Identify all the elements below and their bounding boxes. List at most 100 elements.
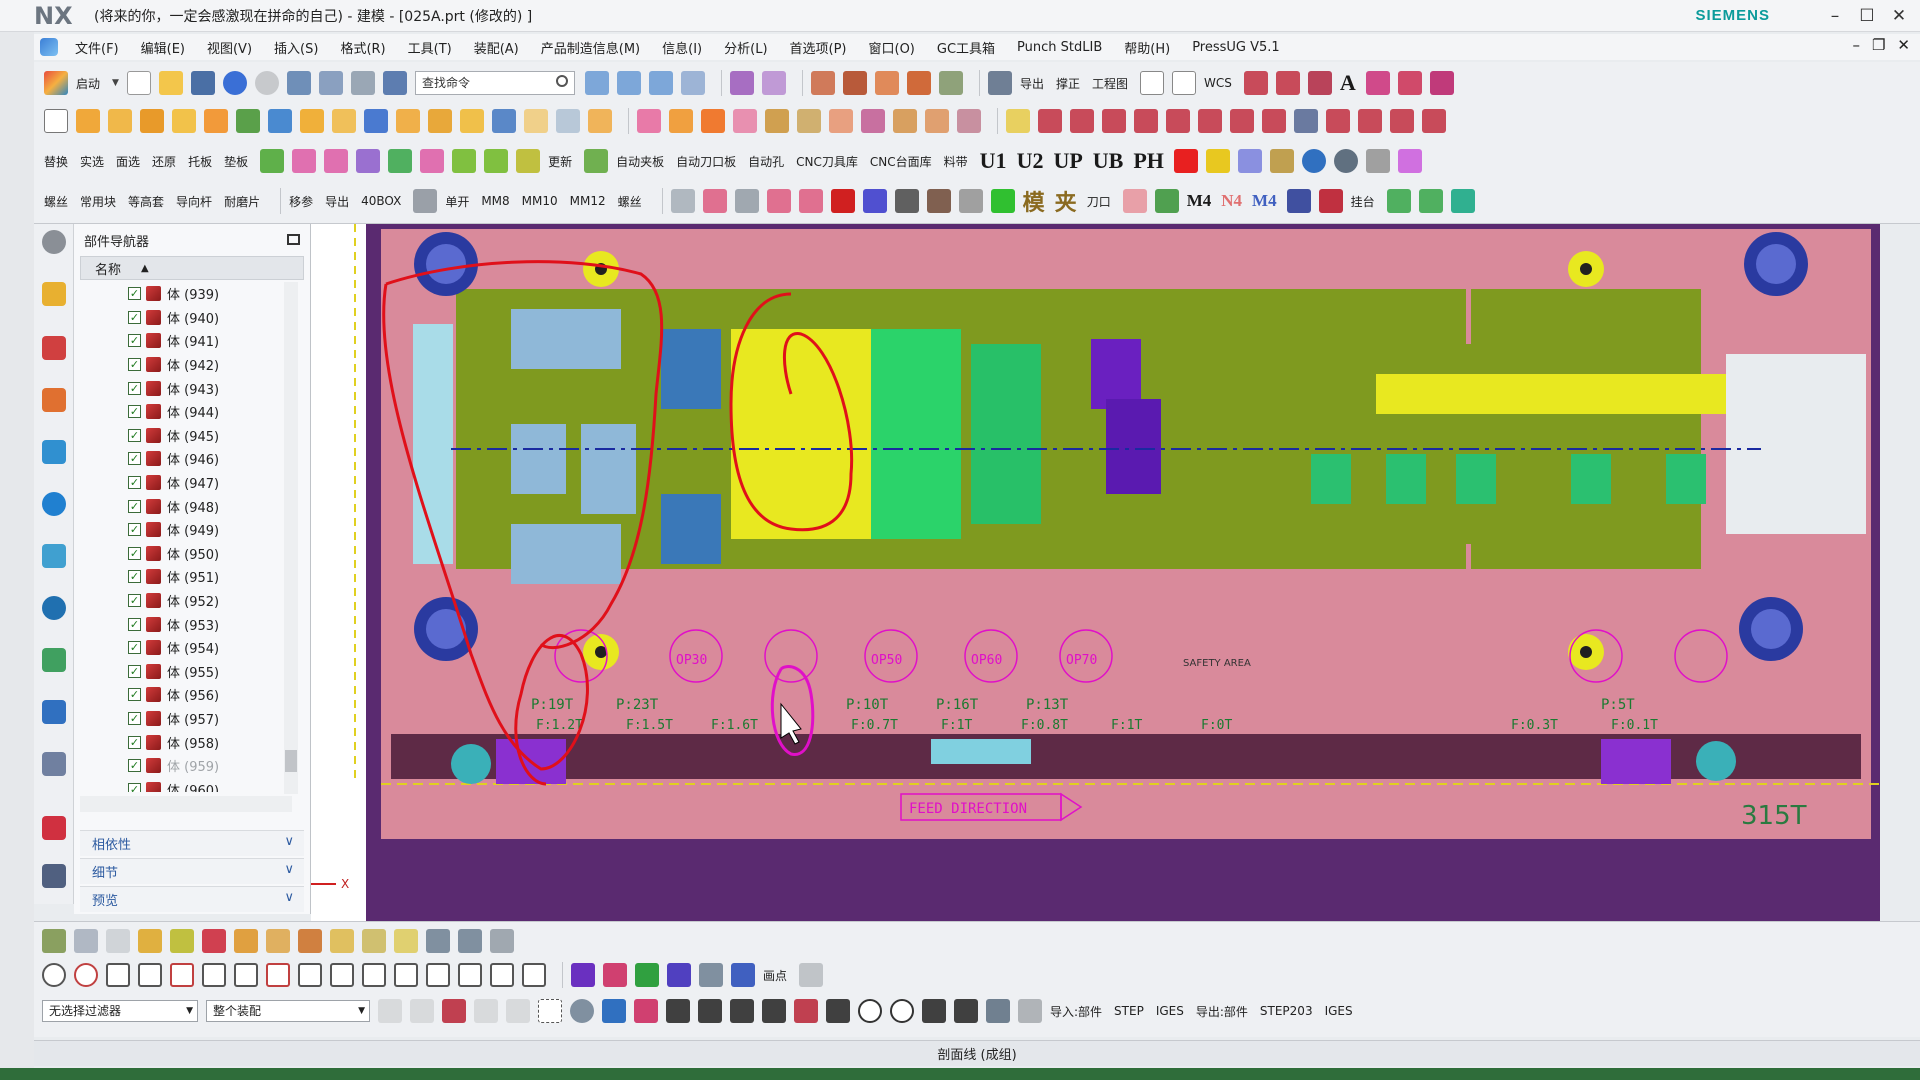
- fillet-icon[interactable]: [874, 71, 899, 95]
- tree-row[interactable]: ✓ 体 (942): [80, 353, 292, 377]
- snap-grid-icon[interactable]: [522, 963, 546, 987]
- project-curve-icon[interactable]: [1102, 109, 1126, 133]
- snap-pole-icon[interactable]: [490, 963, 514, 987]
- menu-gc-toolbox[interactable]: GC工具箱: [926, 38, 1006, 57]
- nitrogen-spring-icon[interactable]: [1386, 189, 1411, 213]
- split-icon[interactable]: [413, 189, 438, 213]
- draw-point-button[interactable]: 画点: [763, 967, 787, 984]
- tree-row[interactable]: ✓ 体 (950): [80, 542, 292, 566]
- deselect-icon[interactable]: [474, 999, 498, 1023]
- layer-icon[interactable]: [987, 71, 1012, 95]
- offset-curve-icon[interactable]: [1070, 109, 1094, 133]
- spring-icon[interactable]: [356, 149, 381, 173]
- reference-set-icon[interactable]: [893, 109, 917, 133]
- visibility-checkbox[interactable]: ✓: [128, 570, 141, 584]
- box-icon[interactable]: [362, 929, 386, 953]
- select-all-icon[interactable]: [410, 999, 434, 1023]
- extend-curve-icon[interactable]: [1390, 109, 1414, 133]
- tree-row[interactable]: ✓ 体 (943): [80, 376, 292, 400]
- visibility-checkbox[interactable]: ✓: [128, 499, 141, 513]
- menu-tools[interactable]: 工具(T): [397, 38, 463, 57]
- snap-quadrant-icon[interactable]: [202, 963, 226, 987]
- tree-row[interactable]: ✓ 体 (958): [80, 730, 292, 754]
- maximize-button[interactable]: ☐: [1854, 4, 1880, 28]
- screw-2-button[interactable]: 螺丝: [618, 193, 642, 210]
- edit-object-icon[interactable]: [318, 71, 343, 95]
- cutter-button[interactable]: 刀口: [1087, 193, 1111, 210]
- strip-button[interactable]: 料带: [944, 153, 968, 170]
- conic-icon[interactable]: [1230, 109, 1254, 133]
- tree-row[interactable]: ✓ 体 (947): [80, 471, 292, 495]
- section-preview[interactable]: 预览 ∨: [80, 886, 304, 912]
- settings-gear-icon[interactable]: [42, 230, 66, 254]
- tree-icon[interactable]: [731, 963, 755, 987]
- component-icon[interactable]: [669, 109, 693, 133]
- quick-clamp-icon[interactable]: [702, 189, 727, 213]
- view-top-icon[interactable]: [584, 71, 609, 95]
- auto-cutter-plate-button[interactable]: 自动刀口板: [676, 153, 736, 170]
- pink-block-icon[interactable]: [1122, 189, 1147, 213]
- quick-insert-icon[interactable]: [670, 189, 695, 213]
- delete-face-icon[interactable]: [460, 109, 484, 133]
- sphere-icon[interactable]: [1333, 149, 1358, 173]
- table-icon[interactable]: [106, 929, 130, 953]
- menu-view[interactable]: 视图(V): [196, 38, 263, 57]
- red-color-icon[interactable]: [1173, 149, 1198, 173]
- arc-icon[interactable]: [1275, 71, 1300, 95]
- m4-blue-button[interactable]: M4: [1252, 191, 1277, 211]
- ub-button[interactable]: UB: [1093, 148, 1124, 174]
- solid-select-button[interactable]: 实选: [80, 153, 104, 170]
- move-component-icon[interactable]: [234, 929, 258, 953]
- menu-edit[interactable]: 编辑(E): [130, 38, 196, 57]
- plate-button[interactable]: 托板: [188, 153, 212, 170]
- backing-plate-button[interactable]: 垫板: [224, 153, 248, 170]
- section-dependencies[interactable]: 相依性 ∨: [80, 830, 304, 856]
- arc-center-icon[interactable]: [170, 963, 194, 987]
- navigator-horizontal-scrollbar[interactable]: [80, 796, 292, 812]
- chamfer-icon[interactable]: [588, 109, 612, 133]
- polyline-icon[interactable]: [1307, 71, 1332, 95]
- stack-icon[interactable]: [298, 929, 322, 953]
- minimize-button[interactable]: –: [1822, 4, 1848, 28]
- trim-body-icon[interactable]: [364, 109, 388, 133]
- library-icon[interactable]: [584, 149, 609, 173]
- intersect-curve-icon[interactable]: [1134, 109, 1158, 133]
- drawing-button[interactable]: 工程图: [1092, 75, 1128, 92]
- point-icon[interactable]: [1006, 109, 1030, 133]
- visibility-checkbox[interactable]: ✓: [128, 546, 141, 560]
- tree-row[interactable]: ✓ 体 (955): [80, 660, 292, 684]
- divide-curve-icon[interactable]: [1326, 109, 1350, 133]
- draft-icon[interactable]: [332, 109, 356, 133]
- split-2-icon[interactable]: [734, 189, 759, 213]
- snap-line-icon[interactable]: [266, 963, 290, 987]
- tree-row[interactable]: ✓ 体 (954): [80, 636, 292, 660]
- column-header-name[interactable]: 名称 ▲: [80, 256, 304, 280]
- curve-2-icon[interactable]: [762, 999, 786, 1023]
- pattern-component-icon[interactable]: [957, 109, 981, 133]
- selection-scope-dropdown[interactable]: 整个装配 ▼: [206, 1000, 370, 1022]
- group-icon[interactable]: [266, 929, 290, 953]
- tooth-icon[interactable]: [1318, 189, 1343, 213]
- history-icon[interactable]: [42, 544, 66, 568]
- tree-row[interactable]: ✓ 体 (959): [80, 754, 292, 778]
- clearance-icon[interactable]: [829, 109, 853, 133]
- single-open-button[interactable]: 单开: [445, 193, 469, 210]
- visibility-checkbox[interactable]: ✓: [128, 664, 141, 678]
- import-part-button[interactable]: 导入:部件: [1050, 1003, 1102, 1020]
- slash-icon[interactable]: [954, 999, 978, 1023]
- trim-icon[interactable]: [842, 71, 867, 95]
- mate-icon[interactable]: [202, 929, 226, 953]
- line-icon[interactable]: [1243, 71, 1268, 95]
- tree-row[interactable]: ✓ 体 (945): [80, 424, 292, 448]
- line-3-icon[interactable]: [698, 999, 722, 1023]
- my-standard-icon[interactable]: [1418, 189, 1443, 213]
- menu-info[interactable]: 信息(I): [651, 38, 713, 57]
- tree-row[interactable]: ✓ 体 (953): [80, 612, 292, 636]
- attach-icon[interactable]: [170, 929, 194, 953]
- face-select-button[interactable]: 面选: [116, 153, 140, 170]
- filter-icon[interactable]: [378, 999, 402, 1023]
- face-pull-icon[interactable]: [958, 189, 983, 213]
- graphics-window[interactable]: 1300 OP30 OP50 OP60 OP70: [311, 224, 1880, 921]
- lasso-icon[interactable]: [506, 999, 530, 1023]
- circle-center-icon[interactable]: [858, 999, 882, 1023]
